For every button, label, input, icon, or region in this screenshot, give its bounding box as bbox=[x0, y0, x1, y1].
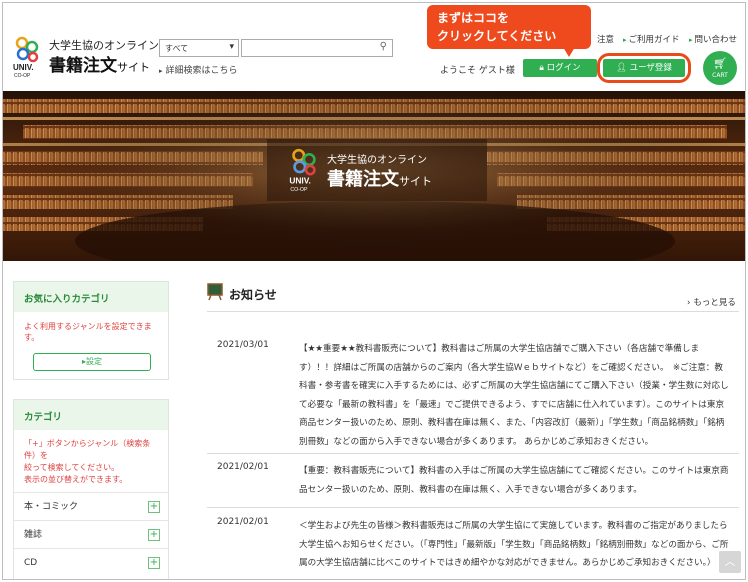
news-body: 【★★重要★★教科書販売について】教科書はご所属の大学生協店舗でご購入下さい（各… bbox=[299, 344, 729, 447]
categories-title: カテゴリ bbox=[14, 400, 168, 430]
category-item-books[interactable]: 本・コミック + bbox=[14, 492, 168, 520]
news-item: 2021/03/01 【★★重要★★教科書販売について】教科書はご所属の大学生協… bbox=[207, 340, 739, 452]
callout-annotation: まずはココを クリックしてください bbox=[427, 5, 591, 49]
news-date: 2021/03/01 bbox=[217, 340, 269, 350]
logo-univ-text: UNIV. bbox=[13, 63, 34, 72]
news-more-link[interactable]: › もっと見る bbox=[687, 296, 736, 308]
news-body: ＜学生および先生の皆様＞教科書販売はご所属の大学生協にて実施しています。教科書の… bbox=[299, 521, 729, 568]
notice-link-label: 注意 bbox=[597, 35, 615, 45]
blackboard-icon bbox=[207, 283, 223, 301]
contact-link-label: 問い合わせ bbox=[694, 35, 738, 45]
news-date: 2021/02/01 bbox=[217, 517, 269, 527]
welcome-text: ようこそ ゲスト様 bbox=[440, 66, 515, 76]
category-label: CD bbox=[24, 558, 38, 568]
news-item: 2021/02/01 ＜学生および先生の皆様＞教科書販売はご所属の大学生協にて実… bbox=[207, 517, 739, 577]
cart-button[interactable]: 🛒︎ CART bbox=[703, 51, 737, 85]
logo-title-main: 書籍注文 bbox=[49, 56, 117, 76]
chevron-up-icon: ︿ bbox=[724, 555, 736, 568]
callout-line: クリックしてください bbox=[437, 29, 557, 43]
category-label: 本・コミック bbox=[24, 502, 79, 512]
news-item: 2021/02/01 【重要：教科書販売について】教科書の入手はご所属の大学生協… bbox=[207, 462, 739, 502]
hero-logo-subtitle: 大学生協のオンライン bbox=[327, 155, 427, 166]
category-label: 雑誌 bbox=[24, 530, 43, 540]
scroll-to-top-button[interactable]: ︿ bbox=[719, 551, 741, 573]
news-title: お知らせ bbox=[229, 288, 277, 302]
category-item-cd[interactable]: CD + bbox=[14, 548, 168, 576]
categories-note: 「+」ボタンからジャンル（検索条件）を 絞って検索してください。 表示の並び替え… bbox=[14, 430, 168, 492]
plus-icon[interactable]: + bbox=[148, 501, 160, 513]
login-button[interactable]: 🔒︎ ログイン bbox=[523, 59, 597, 77]
categories-note-line: 表示の並び替えができます。 bbox=[24, 475, 128, 484]
hero-banner: UNIV. CO-OP 大学生協のオンライン 書籍注文サイト bbox=[3, 91, 745, 261]
guide-link-label: ご利用ガイド bbox=[628, 35, 680, 45]
categories-note-line: 絞って検索してください。 bbox=[24, 463, 120, 472]
chevron-right-icon: › bbox=[687, 298, 691, 308]
hero-logo: UNIV. CO-OP 大学生協のオンライン 書籍注文サイト bbox=[267, 139, 487, 201]
coop-logo-icon: UNIV. CO-OP bbox=[13, 36, 39, 79]
notice-link[interactable]: 注意 bbox=[597, 33, 614, 45]
user-icon: 👤︎ bbox=[616, 63, 627, 73]
search-scope-value: すべて bbox=[165, 44, 189, 53]
logo-title: 書籍注文サイト bbox=[49, 51, 150, 76]
hero-logo-title: 書籍注文サイト bbox=[327, 165, 432, 191]
site-header: UNIV. CO-OP 大学生協のオンライン 書籍注文サイト すべて ▾ ⚲ ▸… bbox=[3, 3, 745, 91]
favorite-categories-title: お気に入りカテゴリ bbox=[14, 282, 168, 312]
hero-logo-title-suffix: サイト bbox=[399, 175, 432, 188]
triangle-right-icon: ▸ bbox=[689, 36, 693, 44]
favorite-settings-button[interactable]: ▸設定 bbox=[33, 353, 151, 371]
coop-logo-icon: UNIV. CO-OP bbox=[289, 148, 316, 193]
site-logo[interactable]: UNIV. CO-OP 大学生協のオンライン 書籍注文サイト bbox=[13, 35, 159, 79]
news-more-label: もっと見る bbox=[693, 298, 736, 308]
login-button-label: ログイン bbox=[546, 63, 581, 73]
categories-note-line: 「+」ボタンからジャンル（検索条件）を bbox=[24, 439, 151, 460]
divider bbox=[207, 311, 739, 312]
plus-icon[interactable]: + bbox=[148, 557, 160, 569]
categories-panel: カテゴリ 「+」ボタンからジャンル（検索条件）を 絞って検索してください。 表示… bbox=[13, 399, 169, 579]
browser-page: UNIV. CO-OP 大学生協のオンライン 書籍注文サイト すべて ▾ ⚲ ▸… bbox=[2, 2, 746, 580]
search-input[interactable]: ⚲ bbox=[241, 39, 393, 57]
hero-logo-title-main: 書籍注文 bbox=[327, 169, 399, 190]
plus-icon[interactable]: + bbox=[148, 529, 160, 541]
cart-icon: 🛒︎ bbox=[713, 57, 727, 70]
news-date: 2021/02/01 bbox=[217, 462, 269, 472]
search-scope-select[interactable]: すべて ▾ bbox=[159, 39, 239, 57]
callout-pointer bbox=[563, 47, 575, 57]
advanced-search-label: 詳細検索はこちら bbox=[165, 66, 238, 76]
hero-logo-univ-text: UNIV. bbox=[289, 176, 311, 186]
lock-icon: 🔒︎ bbox=[539, 63, 544, 73]
category-item-magazines[interactable]: 雑誌 + bbox=[14, 520, 168, 548]
cart-label: CART bbox=[712, 72, 728, 79]
divider bbox=[207, 507, 739, 508]
guide-link[interactable]: ▸ ご利用ガイド bbox=[623, 33, 680, 45]
triangle-right-icon: ▸ bbox=[623, 36, 627, 44]
favorite-categories-text: よく利用するジャンルを設定できます。 bbox=[24, 322, 152, 342]
search-icon[interactable]: ⚲ bbox=[380, 41, 387, 52]
favorite-categories-panel: お気に入りカテゴリ よく利用するジャンルを設定できます。 ▸設定 bbox=[13, 281, 169, 380]
logo-title-suffix: サイト bbox=[117, 61, 150, 74]
triangle-right-icon: ▸ bbox=[159, 67, 163, 75]
advanced-search-link[interactable]: ▸ 詳細検索はこちら bbox=[159, 63, 238, 76]
user-register-button-label: ユーザ登録 bbox=[629, 63, 672, 73]
news-body: 【重要：教科書販売について】教科書の入手はご所属の大学生協店舗にてご確認ください… bbox=[299, 466, 729, 495]
callout-line: まずはココを bbox=[437, 11, 510, 25]
divider bbox=[207, 453, 739, 454]
user-register-button[interactable]: 👤︎ ユーザ登録 bbox=[603, 59, 685, 77]
chevron-down-icon: ▾ bbox=[229, 42, 234, 52]
contact-link[interactable]: ▸ 問い合わせ bbox=[689, 33, 737, 45]
hero-logo-coop-text: CO-OP bbox=[290, 187, 308, 193]
logo-coop-text: CO-OP bbox=[14, 73, 31, 79]
